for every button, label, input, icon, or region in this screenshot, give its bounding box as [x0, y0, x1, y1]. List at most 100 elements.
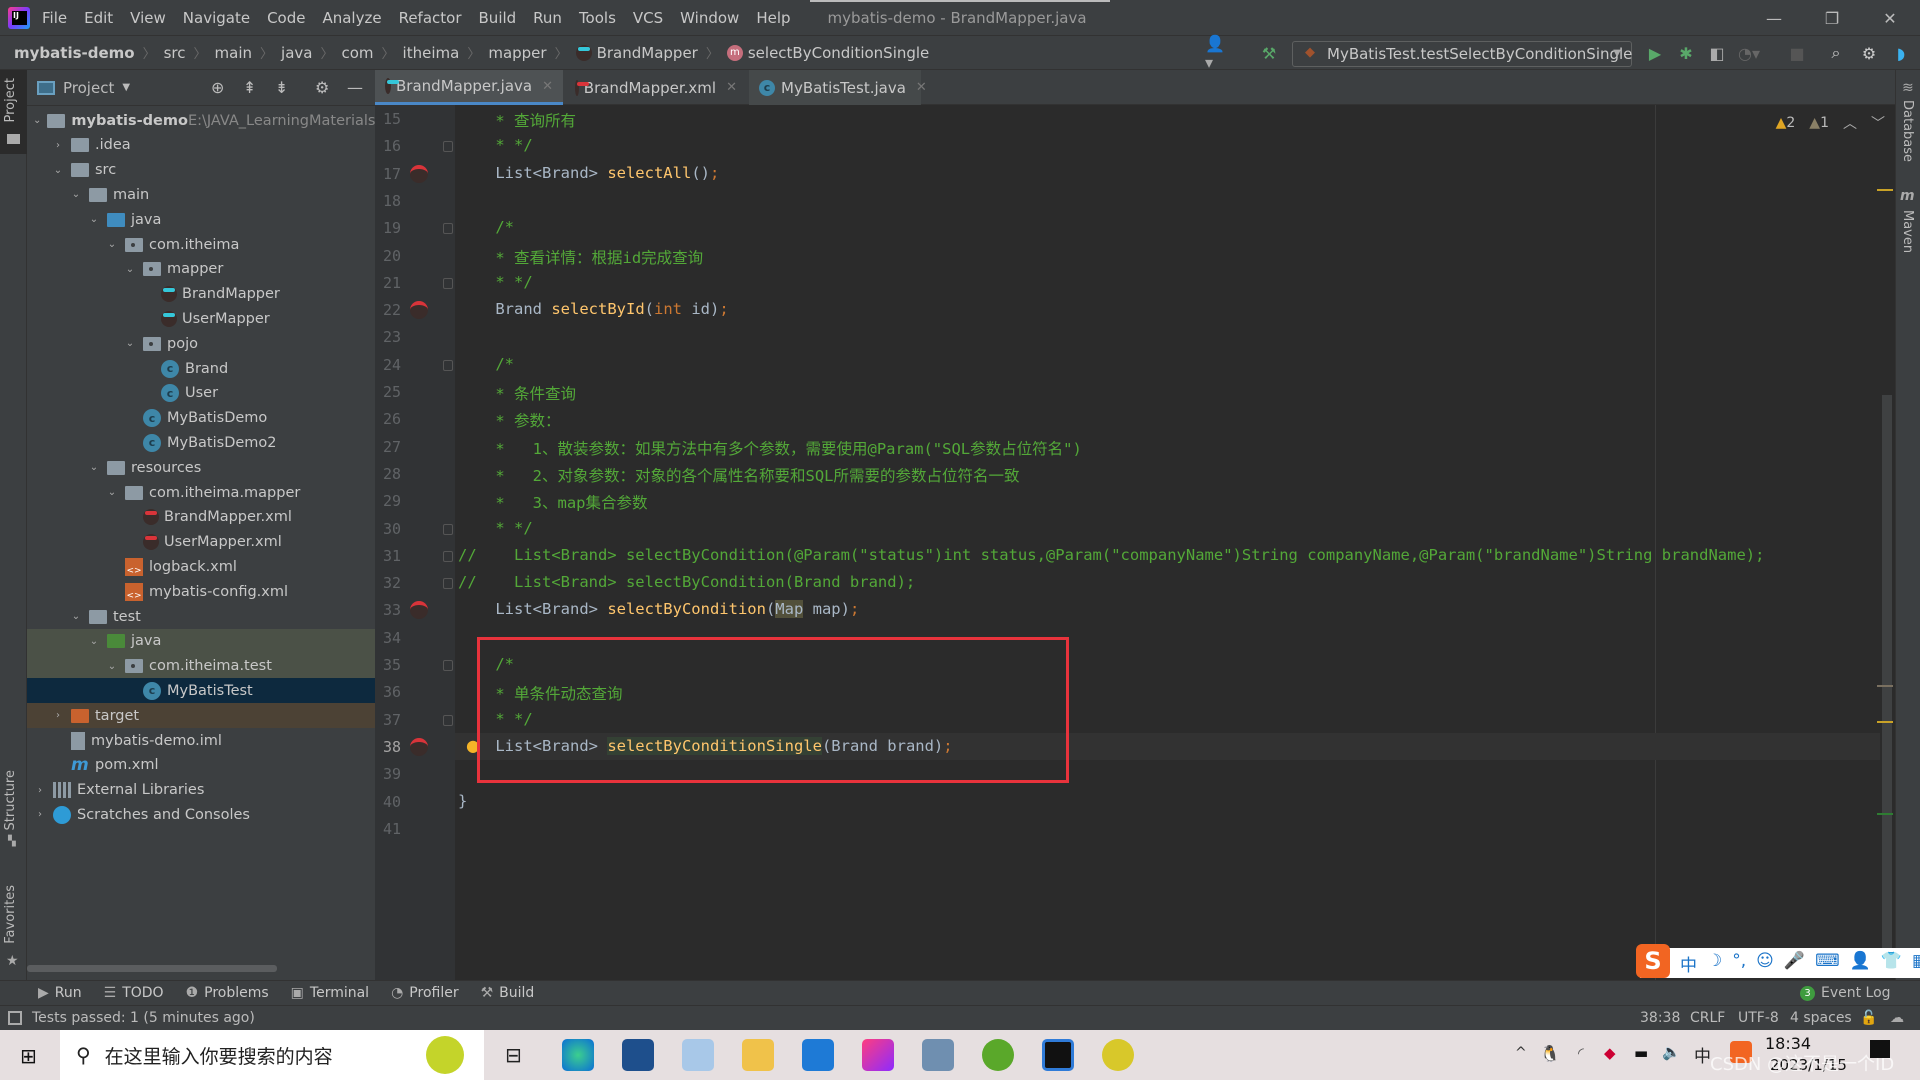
notepad-app-icon[interactable]	[682, 1039, 714, 1071]
battery-icon[interactable]: ▬	[1634, 1044, 1648, 1062]
tree-item[interactable]: c MyBatisDemo2	[27, 430, 375, 455]
tree-item[interactable]: ⌄ src	[27, 158, 375, 183]
tree-item[interactable]: <> logback.xml	[27, 554, 375, 579]
tree-item[interactable]: BrandMapper.xml	[27, 505, 375, 530]
notification-icon[interactable]	[1870, 1040, 1890, 1058]
project-toolwindow-button[interactable]: Project	[0, 70, 27, 154]
menu-build[interactable]: Build	[479, 9, 517, 27]
ime-skin-button[interactable]: 👕	[1881, 951, 1902, 976]
menu-help[interactable]: Help	[756, 9, 790, 27]
fold-marker-icon[interactable]	[443, 578, 453, 590]
breadcrumb-project[interactable]: mybatis-demo	[14, 44, 135, 62]
minimize-button[interactable]: —	[1746, 0, 1802, 36]
breadcrumb-java[interactable]: java	[281, 44, 312, 62]
cloud-settings-icon[interactable]: ☁	[1890, 1010, 1904, 1026]
windows-start-icon[interactable]: ⊞	[20, 1044, 37, 1068]
build-tab[interactable]: ⚒ Build	[481, 985, 535, 1001]
chevron-down-icon[interactable]: ▼	[122, 82, 130, 93]
status-message[interactable]: Tests passed: 1 (5 minutes ago)	[32, 1010, 255, 1026]
tree-item[interactable]: c MyBatisDemo	[27, 406, 375, 431]
wifi-icon[interactable]: ◜	[1578, 1044, 1584, 1062]
tree-item[interactable]: › target	[27, 703, 375, 729]
menu-run[interactable]: Run	[533, 9, 562, 27]
ime-lang-button[interactable]: 中	[1680, 951, 1697, 976]
weak-warning-count[interactable]: ▲1	[1809, 115, 1829, 131]
tree-item[interactable]: ⌄ mapper	[27, 257, 375, 282]
ime-width-button[interactable]: ☽	[1707, 951, 1722, 976]
chevron-right-icon[interactable]: ›	[51, 140, 65, 151]
ime-punct-button[interactable]: °,	[1732, 951, 1746, 976]
tree-item[interactable]: c User	[27, 381, 375, 406]
tree-item[interactable]: ⌄ test	[27, 604, 375, 629]
tree-item[interactable]: UserMapper.xml	[27, 530, 375, 555]
breadcrumb-itheima[interactable]: itheima	[403, 44, 460, 62]
mybatis-navigate-icon[interactable]	[410, 164, 428, 183]
chevron-down-icon[interactable]: ⌄	[123, 338, 137, 349]
hide-icon[interactable]: —	[347, 78, 363, 97]
run-tab[interactable]: ▶ Run	[38, 985, 82, 1001]
breadcrumb-main[interactable]: main	[215, 44, 252, 62]
chevron-down-icon[interactable]: ⌄	[33, 115, 41, 126]
task-view-icon[interactable]: ⊟	[505, 1043, 522, 1067]
tree-item[interactable]: BrandMapper	[27, 282, 375, 307]
run-configuration-select[interactable]: ◆ MyBatisTest.testSelectByConditionSingl…	[1292, 41, 1632, 67]
chevron-down-icon[interactable]: ⌄	[69, 189, 83, 200]
fold-marker-icon[interactable]	[443, 277, 453, 289]
maven-toolwindow-button[interactable]: m Maven	[1896, 188, 1920, 288]
fold-marker-icon[interactable]	[443, 714, 453, 726]
chevron-right-icon[interactable]: ›	[33, 785, 47, 796]
favorites-toolwindow-button[interactable]: Favorites ★	[0, 885, 27, 975]
tray-expand-icon[interactable]: ^	[1515, 1045, 1527, 1061]
tree-item[interactable]: c Brand	[27, 356, 375, 381]
intellij-taskbar-icon[interactable]	[1042, 1039, 1074, 1071]
restore-button[interactable]: ❐	[1804, 0, 1860, 36]
tree-item[interactable]: ⌄ java	[27, 207, 375, 232]
code-editor[interactable]: ▲2 ▲1 ︿ ﹀	[455, 105, 1895, 980]
tree-item[interactable]: › .idea	[27, 133, 375, 158]
green-app-icon[interactable]	[982, 1039, 1014, 1071]
qq-tray-icon[interactable]: 🐧	[1540, 1044, 1560, 1063]
fold-marker-icon[interactable]	[443, 359, 453, 371]
toggle-toolwindows-icon[interactable]	[8, 1011, 22, 1025]
file-encoding[interactable]: UTF-8	[1738, 1010, 1779, 1026]
fold-marker-icon[interactable]	[443, 660, 453, 671]
project-view-selector[interactable]: Project	[63, 79, 114, 97]
problems-tab[interactable]: ❶ Problems	[186, 985, 269, 1001]
tree-item[interactable]: <> mybatis-config.xml	[27, 579, 375, 604]
tree-item[interactable]: UserMapper	[27, 306, 375, 331]
terminal-tab[interactable]: ▣ Terminal	[291, 985, 369, 1001]
menu-file[interactable]: File	[42, 9, 67, 27]
tree-item[interactable]: › Scratches and Consoles	[27, 802, 375, 827]
fold-marker-icon[interactable]	[443, 141, 453, 153]
tab-brandmapper-xml[interactable]: BrandMapper.xml ✕	[565, 70, 747, 105]
inspection-widget[interactable]: ▲2 ▲1 ︿ ﹀	[1776, 113, 1885, 133]
jetbrains-toolbox-icon[interactable]	[862, 1039, 894, 1071]
caret-position[interactable]: 38:38	[1640, 1010, 1680, 1026]
build-hammer-icon[interactable]: ⚒	[1258, 42, 1280, 64]
warning-count[interactable]: ▲2	[1776, 115, 1796, 131]
debug-icon[interactable]: ✱	[1675, 42, 1697, 64]
edge-app-icon[interactable]	[562, 1039, 594, 1071]
coverage-icon[interactable]: ◧	[1706, 42, 1728, 64]
menu-vcs[interactable]: VCS	[633, 9, 663, 27]
ime-menu-button[interactable]: ▦	[1912, 951, 1920, 976]
indent-setting[interactable]: 4 spaces	[1790, 1010, 1852, 1026]
ime-emoji-button[interactable]: ☺	[1756, 951, 1774, 976]
profile-icon[interactable]: ◔▾	[1738, 42, 1760, 64]
ime-user-button[interactable]: 👤	[1850, 951, 1871, 976]
chevron-down-icon[interactable]: ⌄	[51, 165, 65, 176]
event-log-button[interactable]: 3 Event Log	[1800, 985, 1891, 1001]
ime-keyboard-button[interactable]: ⌨	[1815, 951, 1840, 976]
close-tab-icon[interactable]: ✕	[726, 80, 737, 95]
ime-voice-button[interactable]: 🎤	[1784, 951, 1805, 976]
breadcrumb-com[interactable]: com	[341, 44, 373, 62]
menu-refactor[interactable]: Refactor	[399, 9, 462, 27]
tree-item[interactable]: ⌄ java	[27, 628, 375, 654]
chevron-down-icon[interactable]: ⌄	[123, 264, 137, 275]
lock-icon[interactable]: 🔓	[1860, 1010, 1877, 1026]
horizontal-scrollbar[interactable]	[27, 965, 277, 972]
chevron-down-icon[interactable]: ⌄	[105, 487, 119, 498]
mybatis-navigate-icon[interactable]	[410, 737, 428, 756]
breadcrumb-brandmapper[interactable]: BrandMapper	[575, 44, 698, 62]
chevron-down-icon[interactable]: ⌄	[105, 661, 119, 672]
